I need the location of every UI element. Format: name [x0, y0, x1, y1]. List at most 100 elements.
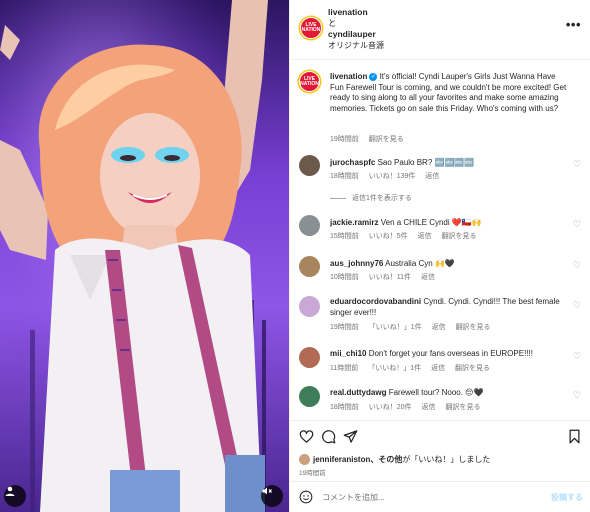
avatar[interactable] — [299, 155, 320, 176]
live-nation-logo: LIVE NATION — [301, 22, 321, 33]
comment-text: jurochaspfc Sao Paulo BR? 🔤🔤🔤🔤 — [330, 158, 570, 169]
avatar[interactable] — [299, 256, 320, 277]
comment-time: 10時間前 — [330, 274, 359, 281]
poster-username[interactable]: livenation — [328, 7, 384, 18]
comment-time: 18時間前 — [330, 404, 359, 411]
comment-text: real.duttydawg Farewell tour? Nooo. 😔🖤 — [330, 388, 570, 399]
avatar — [299, 454, 310, 466]
comment-username[interactable]: jurochaspfc — [330, 158, 375, 167]
comment-username[interactable]: eduardocordovabandini — [330, 297, 421, 306]
divider — [330, 197, 346, 199]
comment-meta: 19時間前 「いいね！」1件 返信 翻訳を見る — [330, 322, 499, 332]
send-icon[interactable] — [343, 429, 358, 444]
heart-icon[interactable]: ♡ — [573, 300, 581, 311]
heart-icon[interactable]: ♡ — [573, 260, 581, 271]
comment-likes[interactable]: いいね！5件 — [369, 233, 408, 240]
comment-meta: 10時間前 いいね！11件 返信 — [330, 272, 443, 282]
comment-icon[interactable] — [321, 429, 336, 444]
comment-reply-button[interactable]: 返信 — [418, 233, 432, 240]
comment-text: mii_chi10 Don't forget your fans oversea… — [330, 349, 570, 360]
live-nation-logo: LIVE NATION — [300, 75, 319, 87]
comment-reply-button[interactable]: 返信 — [425, 173, 439, 180]
comment-body: Ven a CHILE Cyndi ❤️🇨🇱🙌 — [380, 218, 482, 227]
comment-username[interactable]: mii_chi10 — [330, 349, 366, 358]
heart-icon[interactable]: ♡ — [573, 390, 581, 401]
comment-username[interactable]: real.duttydawg — [330, 388, 386, 397]
video-frame — [0, 0, 289, 512]
comment-time: 11時間前 — [330, 365, 359, 372]
comment-username[interactable]: jackie.ramirz — [330, 218, 378, 227]
collaborator-username[interactable]: cyndilauper — [328, 29, 384, 40]
more-horizontal-icon: ••• — [565, 17, 581, 32]
mute-button[interactable] — [261, 485, 283, 507]
comment-meta: 18時間前 いいね！20件 返信 翻訳を見る — [330, 402, 488, 412]
comment-time: 15時間前 — [330, 233, 359, 240]
liked-by-suffix: が「いいね！」しました — [402, 455, 491, 464]
liked-by-line[interactable]: jenniferaniston、その他が「いいね！」しました — [299, 454, 491, 466]
comment-body: Farewell tour? Nooo. 😔🖤 — [388, 388, 484, 397]
avatar[interactable] — [299, 296, 320, 317]
heart-icon[interactable]: ♡ — [573, 219, 581, 230]
comment-text: eduardocordovabandini Cyndi. Cyndi. Cynd… — [330, 297, 570, 318]
avatar[interactable] — [299, 215, 320, 236]
audio-label[interactable]: オリジナル音源 — [328, 40, 384, 51]
post-comment-button[interactable]: 投稿する — [551, 492, 583, 503]
caption-meta: 19時間前 翻訳を見る — [330, 134, 412, 144]
comment-translate-link[interactable]: 翻訳を見る — [455, 365, 490, 372]
comment-username[interactable]: aus_johnny76 — [330, 259, 383, 268]
comment-input[interactable] — [322, 489, 522, 505]
liked-by-user[interactable]: jenniferaniston — [313, 455, 370, 464]
comment-body: Sao Paulo BR? 🔤🔤🔤🔤 — [377, 158, 475, 167]
comment-form: 投稿する — [290, 481, 590, 512]
heart-icon[interactable]: ♡ — [573, 351, 581, 362]
comment-time: 19時間前 — [330, 324, 359, 331]
caption-text: livenation ✓ It's official! Cyndi Lauper'… — [330, 72, 570, 114]
comment-likes[interactable]: いいね！139件 — [369, 173, 416, 180]
view-replies-label: 返信1件を表示する — [352, 195, 412, 202]
view-replies-button[interactable]: 返信1件を表示する — [330, 193, 412, 203]
more-options-button[interactable]: ••• — [565, 17, 581, 32]
tag-people-button[interactable] — [4, 485, 26, 507]
comment-meta: 11時間前 「いいね！」1件 返信 翻訳を見る — [330, 363, 498, 373]
comments-list[interactable]: LIVE NATION livenation ✓ It's official! C… — [290, 61, 590, 419]
comment-likes[interactable]: 「いいね！」1件 — [368, 365, 421, 372]
comment-text: aus_johnny76 Australia Cyn 🙌🖤 — [330, 259, 570, 270]
caption-username[interactable]: livenation — [330, 72, 367, 81]
post-header: LIVE NATION livenation と cyndilauper オリジ… — [290, 0, 590, 60]
liked-by-others[interactable]: 、その他 — [370, 455, 402, 464]
comment-reply-button[interactable]: 返信 — [422, 404, 436, 411]
heart-icon[interactable] — [299, 429, 314, 444]
smiley-icon[interactable] — [299, 490, 313, 504]
comment-meta: 15時間前 いいね！5件 返信 翻訳を見る — [330, 231, 485, 241]
comment-time: 18時間前 — [330, 173, 359, 180]
action-bar: jenniferaniston、その他が「いいね！」しました 19時間前 — [290, 420, 590, 480]
caption-avatar[interactable]: LIVE NATION — [299, 71, 320, 92]
comment-body: Don't forget your fans overseas in EUROP… — [368, 349, 533, 358]
heart-icon[interactable]: ♡ — [573, 159, 581, 170]
comment-translate-link[interactable]: 翻訳を見る — [456, 324, 491, 331]
caption-time: 19時間前 — [330, 136, 359, 143]
comment-likes[interactable]: いいね！11件 — [369, 274, 411, 281]
collab-connector: と — [328, 18, 337, 28]
comment-meta: 18時間前 いいね！139件 返信 — [330, 171, 447, 181]
caption-translate-link[interactable]: 翻訳を見る — [369, 136, 404, 143]
comment-likes[interactable]: いいね！20件 — [369, 404, 412, 411]
comment-body: Australia Cyn 🙌🖤 — [385, 259, 455, 268]
bookmark-icon[interactable] — [567, 429, 582, 444]
avatar[interactable] — [299, 386, 320, 407]
avatar[interactable] — [299, 347, 320, 368]
post-timestamp[interactable]: 19時間前 — [299, 467, 326, 477]
verified-badge-icon: ✓ — [369, 72, 378, 81]
muted-speaker-icon — [262, 487, 272, 495]
user-tag-icon — [5, 486, 15, 496]
comment-reply-button[interactable]: 返信 — [431, 365, 445, 372]
poster-avatar[interactable]: LIVE NATION — [300, 17, 322, 39]
comment-translate-link[interactable]: 翻訳を見る — [445, 404, 480, 411]
comment-likes[interactable]: 「いいね！」1件 — [369, 324, 422, 331]
comment-reply-button[interactable]: 返信 — [421, 274, 435, 281]
comment-text: jackie.ramirz Ven a CHILE Cyndi ❤️🇨🇱🙌 — [330, 218, 570, 229]
post-media[interactable] — [0, 0, 289, 512]
post-detail-panel: LIVE NATION livenation と cyndilauper オリジ… — [289, 0, 590, 512]
comment-reply-button[interactable]: 返信 — [432, 324, 446, 331]
comment-translate-link[interactable]: 翻訳を見る — [442, 233, 477, 240]
